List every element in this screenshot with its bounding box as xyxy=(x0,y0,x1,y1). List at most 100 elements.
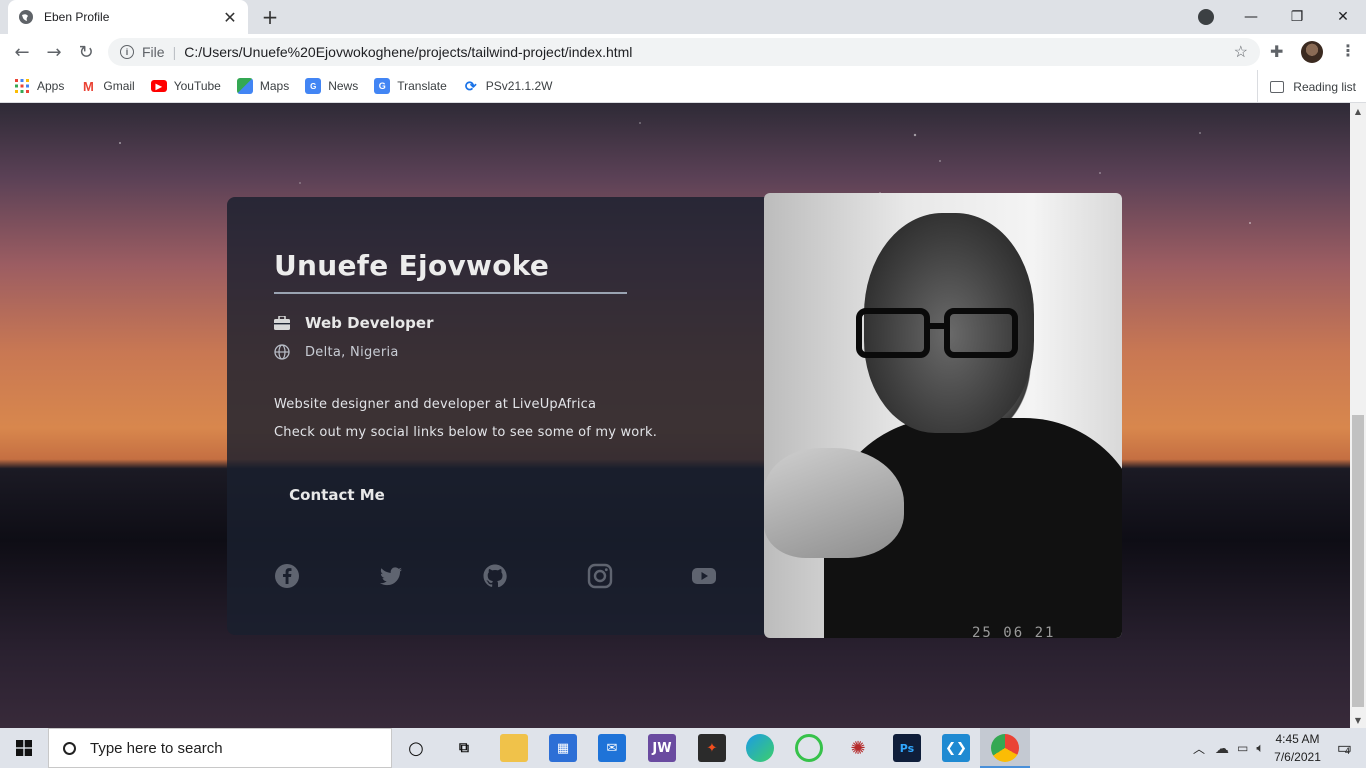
bookmark-label: PSv21.1.2W xyxy=(485,79,553,93)
vscode-icon[interactable]: ❮❯ xyxy=(942,734,970,762)
bookmark-translate[interactable]: G Translate xyxy=(374,78,447,94)
extensions-icon[interactable]: ✚ xyxy=(1270,42,1283,61)
bookmark-maps[interactable]: Maps xyxy=(236,78,289,94)
profile-avatar[interactable] xyxy=(1301,41,1323,63)
apps-grid-icon xyxy=(15,79,29,93)
name-divider xyxy=(274,292,627,294)
youtube-icon[interactable] xyxy=(691,563,717,589)
address-bar[interactable]: i File | C:/Users/Unuefe%20Ejovwokoghene… xyxy=(108,38,1260,66)
reload-icon[interactable]: ↻ xyxy=(74,40,98,64)
social-links xyxy=(274,563,718,589)
file-explorer-icon[interactable] xyxy=(500,734,528,762)
tab-search-icon[interactable] xyxy=(1198,9,1214,25)
back-arrow-icon[interactable]: ← xyxy=(10,40,34,64)
psv-icon: ⟳ xyxy=(464,77,477,94)
profile-role: Web Developer xyxy=(305,314,434,332)
bookmark-psv[interactable]: ⟳ PSv21.1.2W xyxy=(463,78,553,94)
show-hidden-icons-chevron-icon[interactable]: ︿ xyxy=(1193,740,1205,757)
tab-title: Eben Profile xyxy=(44,10,110,24)
search-icon xyxy=(63,741,76,755)
photo-glasses-right xyxy=(944,308,1018,358)
reading-list-icon xyxy=(1270,80,1285,93)
reading-list-label: Reading list xyxy=(1293,79,1356,94)
forward-arrow-icon[interactable]: → xyxy=(42,40,66,64)
system-clock[interactable]: 4:45 AM 7/6/2021 xyxy=(1274,730,1321,766)
edge-icon[interactable] xyxy=(746,734,774,762)
twitter-icon[interactable] xyxy=(378,563,404,589)
refresh-app-icon[interactable] xyxy=(795,734,823,762)
photo-hand xyxy=(764,448,904,558)
volume-icon[interactable]: 🔈︎ xyxy=(1256,740,1264,756)
clock-time: 4:45 AM xyxy=(1275,732,1320,746)
scrollbar-thumb[interactable] xyxy=(1352,415,1364,707)
bookmarks-bar: Apps M Gmail ▶ YouTube Maps G News G Tra… xyxy=(0,70,1366,103)
bio-line-2: Check out my social links below to see s… xyxy=(274,425,658,440)
globe-icon xyxy=(19,10,33,24)
notification-center-icon[interactable]: ▭ 4 xyxy=(1337,738,1352,758)
taskbar-search-box[interactable]: Type here to search xyxy=(48,728,392,768)
bookmark-news[interactable]: G News xyxy=(305,78,358,94)
browser-toolbar: ← → ↻ i File | C:/Users/Unuefe%20Ejovwok… xyxy=(0,34,1366,70)
clock-date: 7/6/2021 xyxy=(1274,750,1321,764)
profile-card: Unuefe Ejovwoke Web Developer Delta, Nig… xyxy=(227,197,767,635)
youtube-icon: ▶ xyxy=(150,80,167,92)
photo-date-stamp: 25 06 21 xyxy=(972,625,1056,638)
cortana-icon[interactable]: ○ xyxy=(402,734,430,762)
bookmark-label: Translate xyxy=(397,79,447,93)
news-icon: G xyxy=(305,78,322,94)
photoshop-icon[interactable]: Ps xyxy=(893,734,921,762)
scroll-up-arrow-icon[interactable]: ▲ xyxy=(1350,105,1366,119)
profile-photo: 25 06 21 xyxy=(764,193,1122,638)
bookmark-label: YouTube xyxy=(173,79,221,93)
restore-button[interactable]: ❐ xyxy=(1274,0,1320,34)
chrome-icon[interactable] xyxy=(991,734,1019,762)
reading-list-button[interactable]: Reading list xyxy=(1257,70,1356,103)
page-scrollbar[interactable]: ▲ ▼ xyxy=(1350,103,1366,728)
bookmark-apps[interactable]: Apps xyxy=(14,78,64,94)
briefcase-icon xyxy=(274,316,290,330)
bio-line-1: Website designer and developer at LiveUp… xyxy=(274,397,597,412)
globe-icon xyxy=(274,344,290,360)
facebook-icon[interactable] xyxy=(274,563,300,589)
github-icon[interactable] xyxy=(482,563,508,589)
info-icon[interactable]: i xyxy=(120,45,134,59)
taskbar-search-placeholder: Type here to search xyxy=(90,739,223,757)
new-tab-button[interactable]: + xyxy=(259,6,281,28)
instagram-icon[interactable] xyxy=(587,563,613,589)
location-row: Delta, Nigeria xyxy=(274,344,399,360)
minimize-button[interactable]: — xyxy=(1228,0,1274,34)
photo-glasses-left xyxy=(856,308,930,358)
url-text[interactable]: C:/Users/Unuefe%20Ejovwokoghene/projects… xyxy=(184,44,632,60)
bookmark-label: Apps xyxy=(37,79,65,93)
maps-icon xyxy=(236,78,253,94)
system-tray: ︿ ☁ ▭ 🔈︎ 4:45 AM 7/6/2021 ▭ 4 xyxy=(1193,728,1366,768)
translate-icon: G xyxy=(374,78,391,94)
bookmark-youtube[interactable]: ▶ YouTube xyxy=(150,79,221,93)
bookmark-label: News xyxy=(328,79,359,93)
jw-app-icon[interactable]: JW xyxy=(648,734,676,762)
bookmark-star-icon[interactable]: ☆ xyxy=(1234,42,1248,62)
menu-kebab-icon[interactable]: ⋮ xyxy=(1340,41,1356,60)
role-row: Web Developer xyxy=(274,314,433,332)
gmail-icon: M xyxy=(82,78,94,94)
close-tab-icon[interactable]: ✕ xyxy=(222,8,238,27)
microsoft-store-icon[interactable]: ▦ xyxy=(549,734,577,762)
url-separator: | xyxy=(172,44,177,60)
close-window-button[interactable]: ✕ xyxy=(1320,0,1366,34)
task-view-icon[interactable]: ⧉ xyxy=(450,734,478,762)
scroll-down-arrow-icon[interactable]: ▼ xyxy=(1350,714,1366,728)
notification-count: 4 xyxy=(1344,746,1350,756)
start-button[interactable] xyxy=(0,728,48,768)
bookmark-gmail[interactable]: M Gmail xyxy=(80,78,135,94)
photo-glasses-bridge xyxy=(927,323,949,329)
browser-tab[interactable]: Eben Profile ✕ xyxy=(8,0,248,34)
onedrive-cloud-icon[interactable]: ☁ xyxy=(1215,740,1229,757)
windows-taskbar: Type here to search ○ ⧉ ▦ ✉ JW ✦ ✺ Ps ❮❯… xyxy=(0,728,1366,768)
spider-app-icon[interactable]: ✺ xyxy=(844,734,872,762)
battery-icon[interactable]: ▭ xyxy=(1237,741,1248,755)
figma-icon[interactable]: ✦ xyxy=(698,734,726,762)
mail-icon[interactable]: ✉ xyxy=(598,734,626,762)
page-viewport: Unuefe Ejovwoke Web Developer Delta, Nig… xyxy=(0,103,1350,728)
bookmark-label: Gmail xyxy=(103,79,135,93)
contact-me-button[interactable]: Contact Me xyxy=(274,475,400,515)
